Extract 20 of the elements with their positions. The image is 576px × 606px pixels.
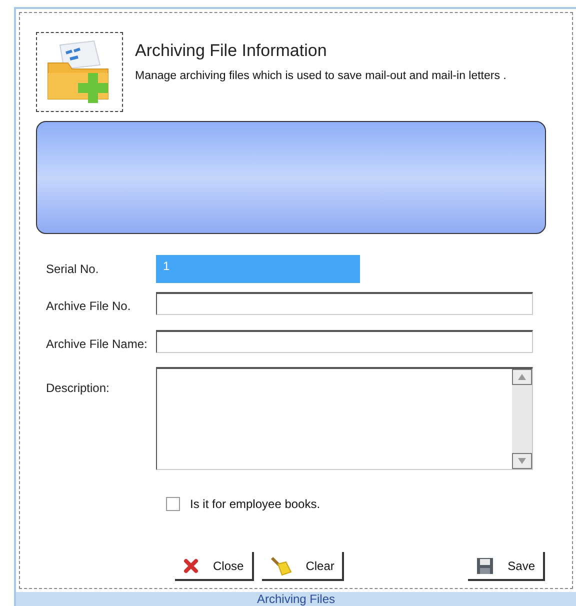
field-label: Archive File No. — [45, 298, 132, 315]
checkbox[interactable] — [166, 497, 180, 511]
status-bar: Archiving Files — [16, 592, 576, 606]
field-label: Serial No. — [45, 261, 100, 278]
dialog-title: Archiving File Information — [135, 40, 328, 62]
field-label: Description: — [45, 380, 110, 397]
description-field[interactable] — [156, 367, 533, 470]
text-field[interactable] — [156, 292, 533, 315]
close-button[interactable]: Close — [175, 552, 254, 581]
scroll-down-icon[interactable] — [512, 453, 532, 469]
close-icon — [183, 558, 199, 574]
broom-icon — [270, 556, 292, 576]
dialog-description: Manage archiving files which is used to save mail-out and mail-in letters . — [135, 70, 508, 82]
save-button[interactable]: Save — [468, 552, 545, 581]
scrollbar[interactable] — [512, 369, 532, 469]
clear-button[interactable]: Clear — [262, 552, 344, 581]
text-field[interactable] — [156, 330, 533, 353]
scroll-up-icon[interactable] — [512, 369, 532, 385]
field-label: Archive File Name: — [45, 336, 148, 353]
checkbox-label: Is it for employee books. — [190, 496, 320, 513]
